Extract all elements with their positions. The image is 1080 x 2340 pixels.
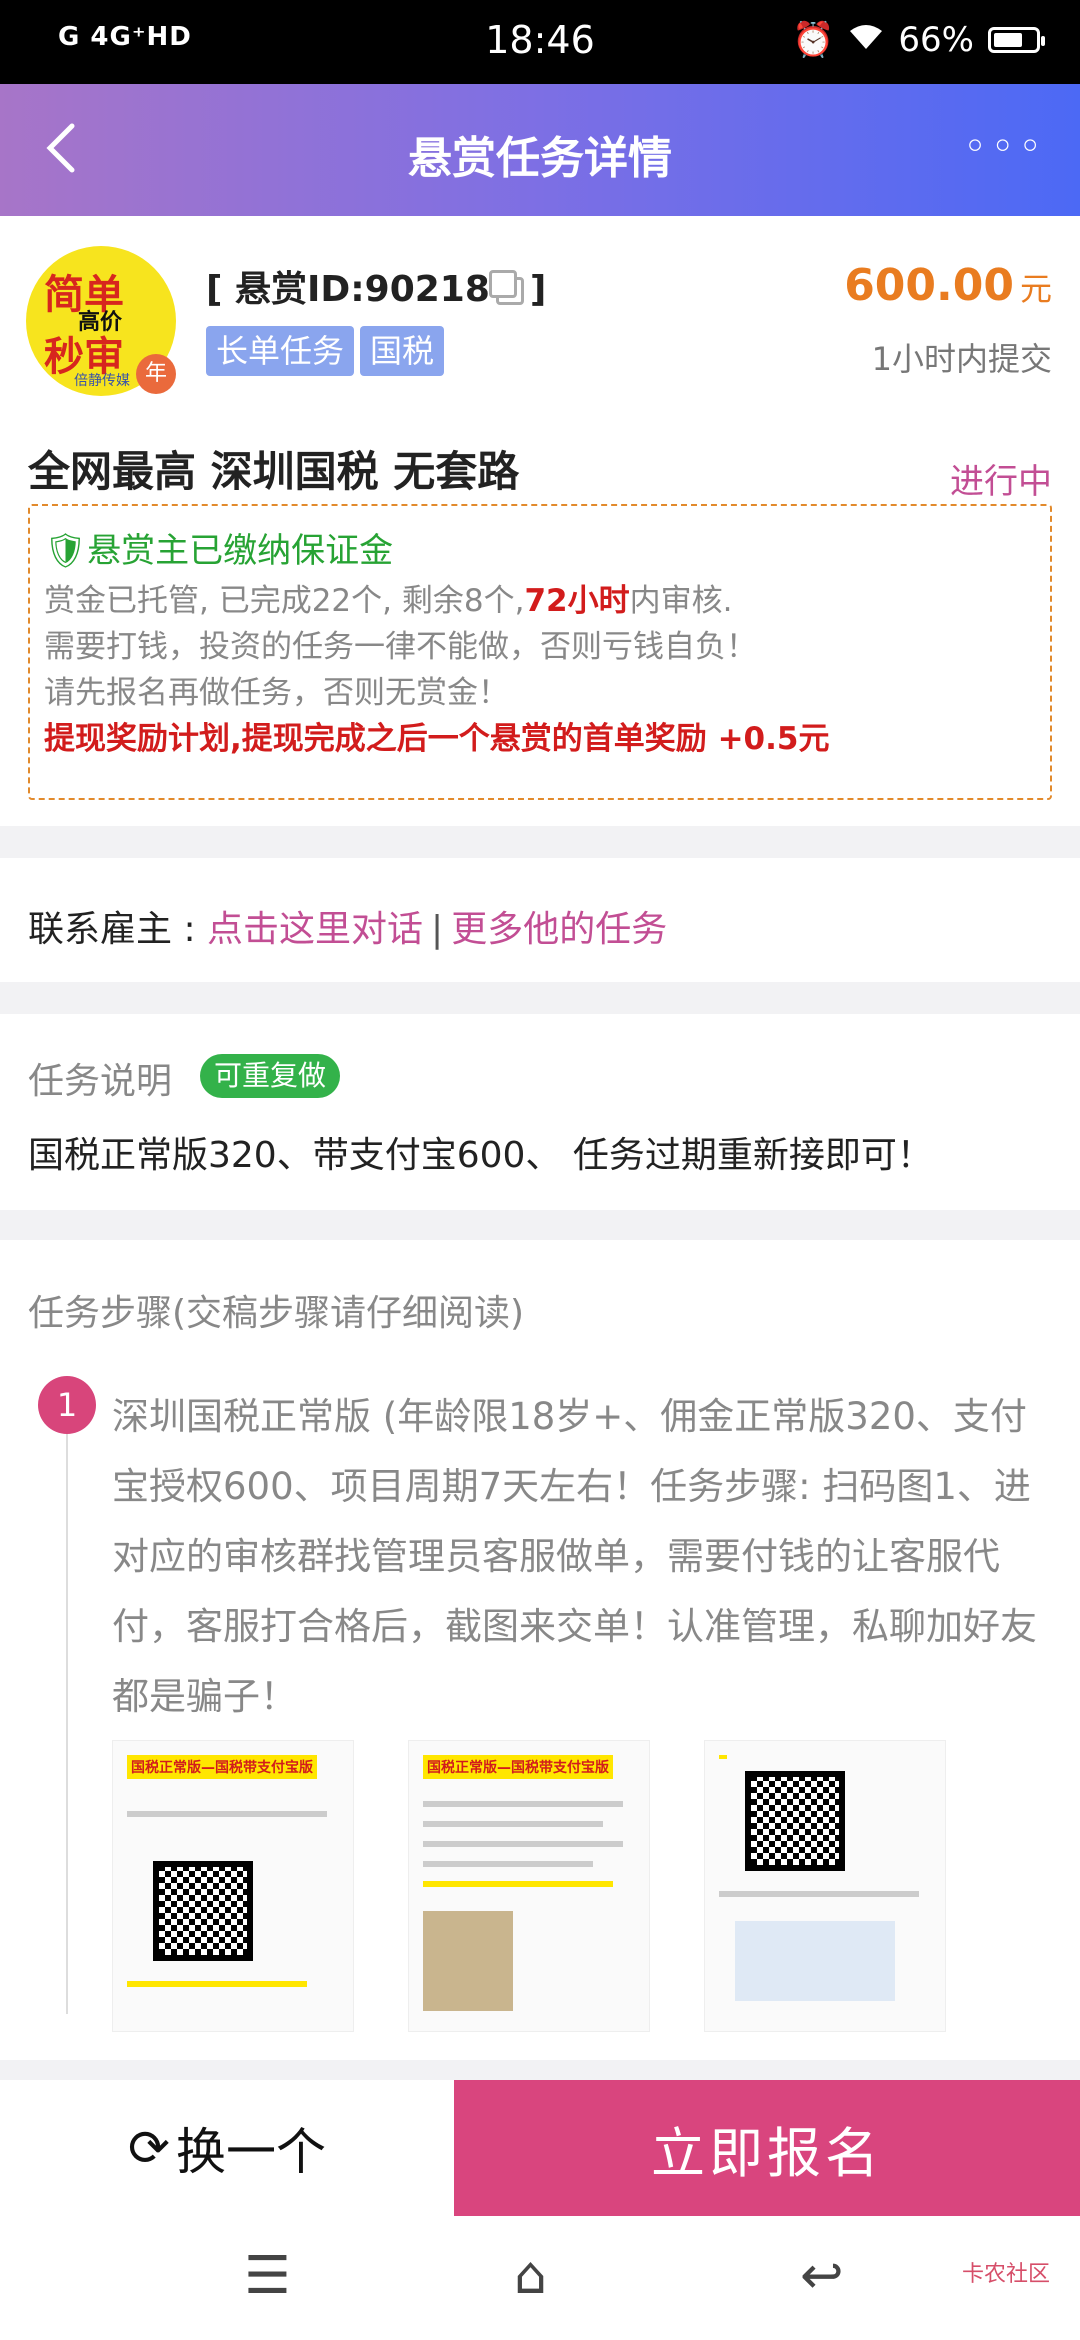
reward-id: [ 悬赏ID:90218]: [206, 260, 546, 312]
price-value: 600.00: [844, 260, 1014, 311]
bottom-action-bar: ⟳ 换一个 立即报名: [0, 2080, 1080, 2216]
step-image-3[interactable]: [704, 1740, 946, 2032]
tag-long-order: 长单任务: [206, 326, 355, 376]
notice-line-3: 请先报名再做任务，否则无赏金！: [44, 675, 509, 711]
step-image-1[interactable]: 国税正常版—国税带支付宝版: [112, 1740, 354, 2032]
tag-tax: 国税: [360, 326, 445, 376]
price-unit: 元: [1019, 270, 1052, 308]
deposit-line: 🛡悬赏主已缴纳保证金: [44, 528, 1036, 574]
notice-line-1b: 内审核.: [629, 583, 733, 619]
battery-icon: [988, 27, 1045, 53]
step-image-2-caption: 国税正常版—国税带支付宝版: [423, 1755, 613, 1779]
system-navbar: ☰ ⌂ ↩ 卡农社区: [0, 2216, 1080, 2340]
task-header-card: 简单 高价 秒审 倍静传媒 年 [ 悬赏ID:90218] 长单任务 国税 60…: [0, 216, 1080, 826]
watermark: 卡农社区: [961, 2262, 1050, 2287]
status-badge: 进行中: [950, 462, 1052, 502]
home-icon[interactable]: ⌂: [514, 2246, 547, 2306]
status-icons: ⏰ 66%: [792, 20, 1045, 60]
notice-line-2: 需要打钱，投资的任务一律不能做，否则亏钱自负！: [44, 629, 757, 665]
deposit-text: 悬赏主已缴纳保证金: [87, 531, 394, 571]
step-line: [66, 1434, 68, 2014]
task-title: 全网最高 深圳国税 无套路: [28, 447, 520, 496]
description-card: 任务说明 可重复做 国税正常版320、带支付宝600、 任务过期重新接即可！: [0, 1014, 1080, 1210]
steps-card: 任务步骤(交稿步骤请仔细阅读) 1 深圳国税正常版 (年龄限18岁+、佣金正常版…: [0, 1240, 1080, 2060]
divider: |: [431, 909, 444, 950]
notice-box: 🛡悬赏主已缴纳保证金 赏金已托管, 已完成22个, 剩余8个,72小时内审核. …: [28, 504, 1052, 800]
alarm-icon: ⏰: [792, 20, 835, 60]
person-photo: [423, 1911, 513, 2011]
notice-hours: 72小时: [524, 583, 630, 619]
battery-percent: 66%: [898, 20, 974, 60]
swap-button[interactable]: ⟳ 换一个: [0, 2080, 454, 2216]
wifi-icon: [848, 20, 884, 60]
step-image-2[interactable]: 国税正常版—国税带支付宝版: [408, 1740, 650, 2032]
year-badge: 年: [136, 354, 176, 394]
menu-icon[interactable]: ☰: [244, 2246, 291, 2306]
step-image-1-caption: 国税正常版—国税带支付宝版: [127, 1755, 317, 1779]
description-heading: 任务说明: [28, 1061, 173, 1102]
reward-id-close: ]: [529, 269, 547, 310]
contact-row: 联系雇主 : 点击这里对话 | 更多他的任务: [28, 900, 667, 952]
step-image-3-caption: [719, 1755, 727, 1759]
submit-deadline: 1小时内提交: [871, 340, 1052, 378]
step-images: 国税正常版—国税带支付宝版 国税正常版—国税带支付宝版: [112, 1740, 1062, 2032]
step-text: 深圳国税正常版 (年龄限18岁+、佣金正常版320、支付宝授权600、项目周期7…: [112, 1395, 1037, 1718]
avatar-brand: 倍静传媒: [74, 373, 130, 389]
reward-price: 600.00 元: [844, 260, 1052, 311]
page-title: 悬赏任务详情: [408, 133, 672, 184]
refresh-icon: ⟳: [128, 2119, 170, 2177]
qr-code: [153, 1861, 253, 1961]
notice-line-1a: 赏金已托管, 已完成22个, 剩余8个,: [44, 583, 525, 619]
qr-code: [745, 1771, 845, 1871]
chat-link[interactable]: 点击这里对话: [207, 909, 423, 950]
steps-heading: 任务步骤(交稿步骤请仔细阅读): [28, 1293, 525, 1334]
screenshot-preview: [735, 1921, 895, 2001]
back-nav-icon[interactable]: ↩: [800, 2246, 844, 2306]
more-options-button[interactable]: ◦◦◦: [963, 124, 1046, 170]
repeatable-badge: 可重复做: [200, 1054, 341, 1098]
copy-icon[interactable]: [488, 270, 524, 305]
contact-label: 联系雇主 :: [28, 909, 208, 950]
swap-label: 换一个: [175, 2123, 326, 2181]
apply-button[interactable]: 立即报名: [454, 2080, 1080, 2216]
status-bar: G 4G⁺HD 18:46 ⏰ 66%: [0, 0, 1080, 84]
reward-id-text: [ 悬赏ID:90218: [206, 269, 490, 310]
app-bar: 悬赏任务详情 ◦◦◦: [0, 84, 1080, 216]
contact-card: 联系雇主 : 点击这里对话 | 更多他的任务: [0, 858, 1080, 982]
step-number: 1: [38, 1376, 96, 1434]
notice-line-4: 提现奖励计划,提现完成之后一个悬赏的首单奖励 +0.5元: [44, 721, 830, 757]
shield-check-icon: 🛡: [44, 531, 88, 571]
more-tasks-link[interactable]: 更多他的任务: [451, 909, 667, 950]
notice-line-1: 赏金已托管, 已完成22个, 剩余8个,72小时内审核.: [44, 578, 1036, 624]
description-body: 国税正常版320、带支付宝600、 任务过期重新接即可！: [28, 1135, 933, 1176]
